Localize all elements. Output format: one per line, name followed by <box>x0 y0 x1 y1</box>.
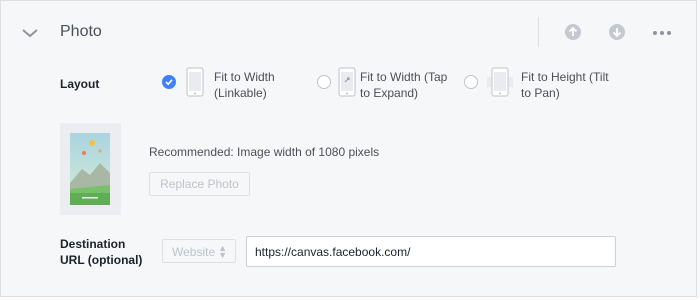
replace-photo-button[interactable]: Replace Photo <box>149 172 250 196</box>
destination-url-label: Destination URL (optional) <box>60 236 142 268</box>
select-arrows-icon: ▲ ▼ <box>218 243 227 260</box>
option-label-line2: (Linkable) <box>214 86 267 100</box>
recommendation-text: Recommended: Image width of 1080 pixels <box>149 145 380 159</box>
radio-unselected[interactable] <box>464 75 478 89</box>
phone-tap-expand-icon <box>338 67 356 102</box>
option-label-line1: Fit to Width <box>214 70 275 84</box>
destination-label-line1: Destination <box>60 237 126 251</box>
phone-tilt-pan-icon <box>486 67 514 102</box>
layout-label: Layout <box>60 77 100 91</box>
layout-option-tilt-pan[interactable]: Fit to Height (Tilt to Pan) <box>464 67 614 103</box>
layout-option-tap-expand[interactable]: Fit to Width (Tap to Expand) <box>317 67 457 103</box>
destination-url-input[interactable] <box>246 236 616 267</box>
destination-label-line2: URL (optional) <box>60 253 143 267</box>
chevron-down-icon[interactable] <box>21 25 39 41</box>
phone-fit-width-icon <box>186 67 204 102</box>
photo-thumbnail <box>60 123 121 215</box>
destination-type-select[interactable]: Website ▲ ▼ <box>162 239 236 263</box>
radio-unselected[interactable] <box>317 75 331 89</box>
arrow-up-circle-icon[interactable] <box>564 23 582 41</box>
select-value: Website <box>172 245 216 259</box>
photo-component-card: Photo Layout Fit to Width (Linkable) Fit… <box>0 0 697 297</box>
option-label-line1: Fit to Height (Tilt <box>521 70 609 84</box>
more-horizontal-icon[interactable] <box>652 23 672 41</box>
option-label-line1: Fit to Width (Tap <box>360 70 448 84</box>
option-label-line2: to Expand) <box>360 86 419 100</box>
layout-option-fit-width[interactable]: Fit to Width (Linkable) <box>162 67 287 103</box>
component-title: Photo <box>60 23 102 40</box>
option-label-line2: to Pan) <box>521 86 560 100</box>
arrow-down-circle-icon[interactable] <box>608 23 626 41</box>
header-divider <box>538 17 539 47</box>
radio-selected[interactable] <box>162 75 176 89</box>
